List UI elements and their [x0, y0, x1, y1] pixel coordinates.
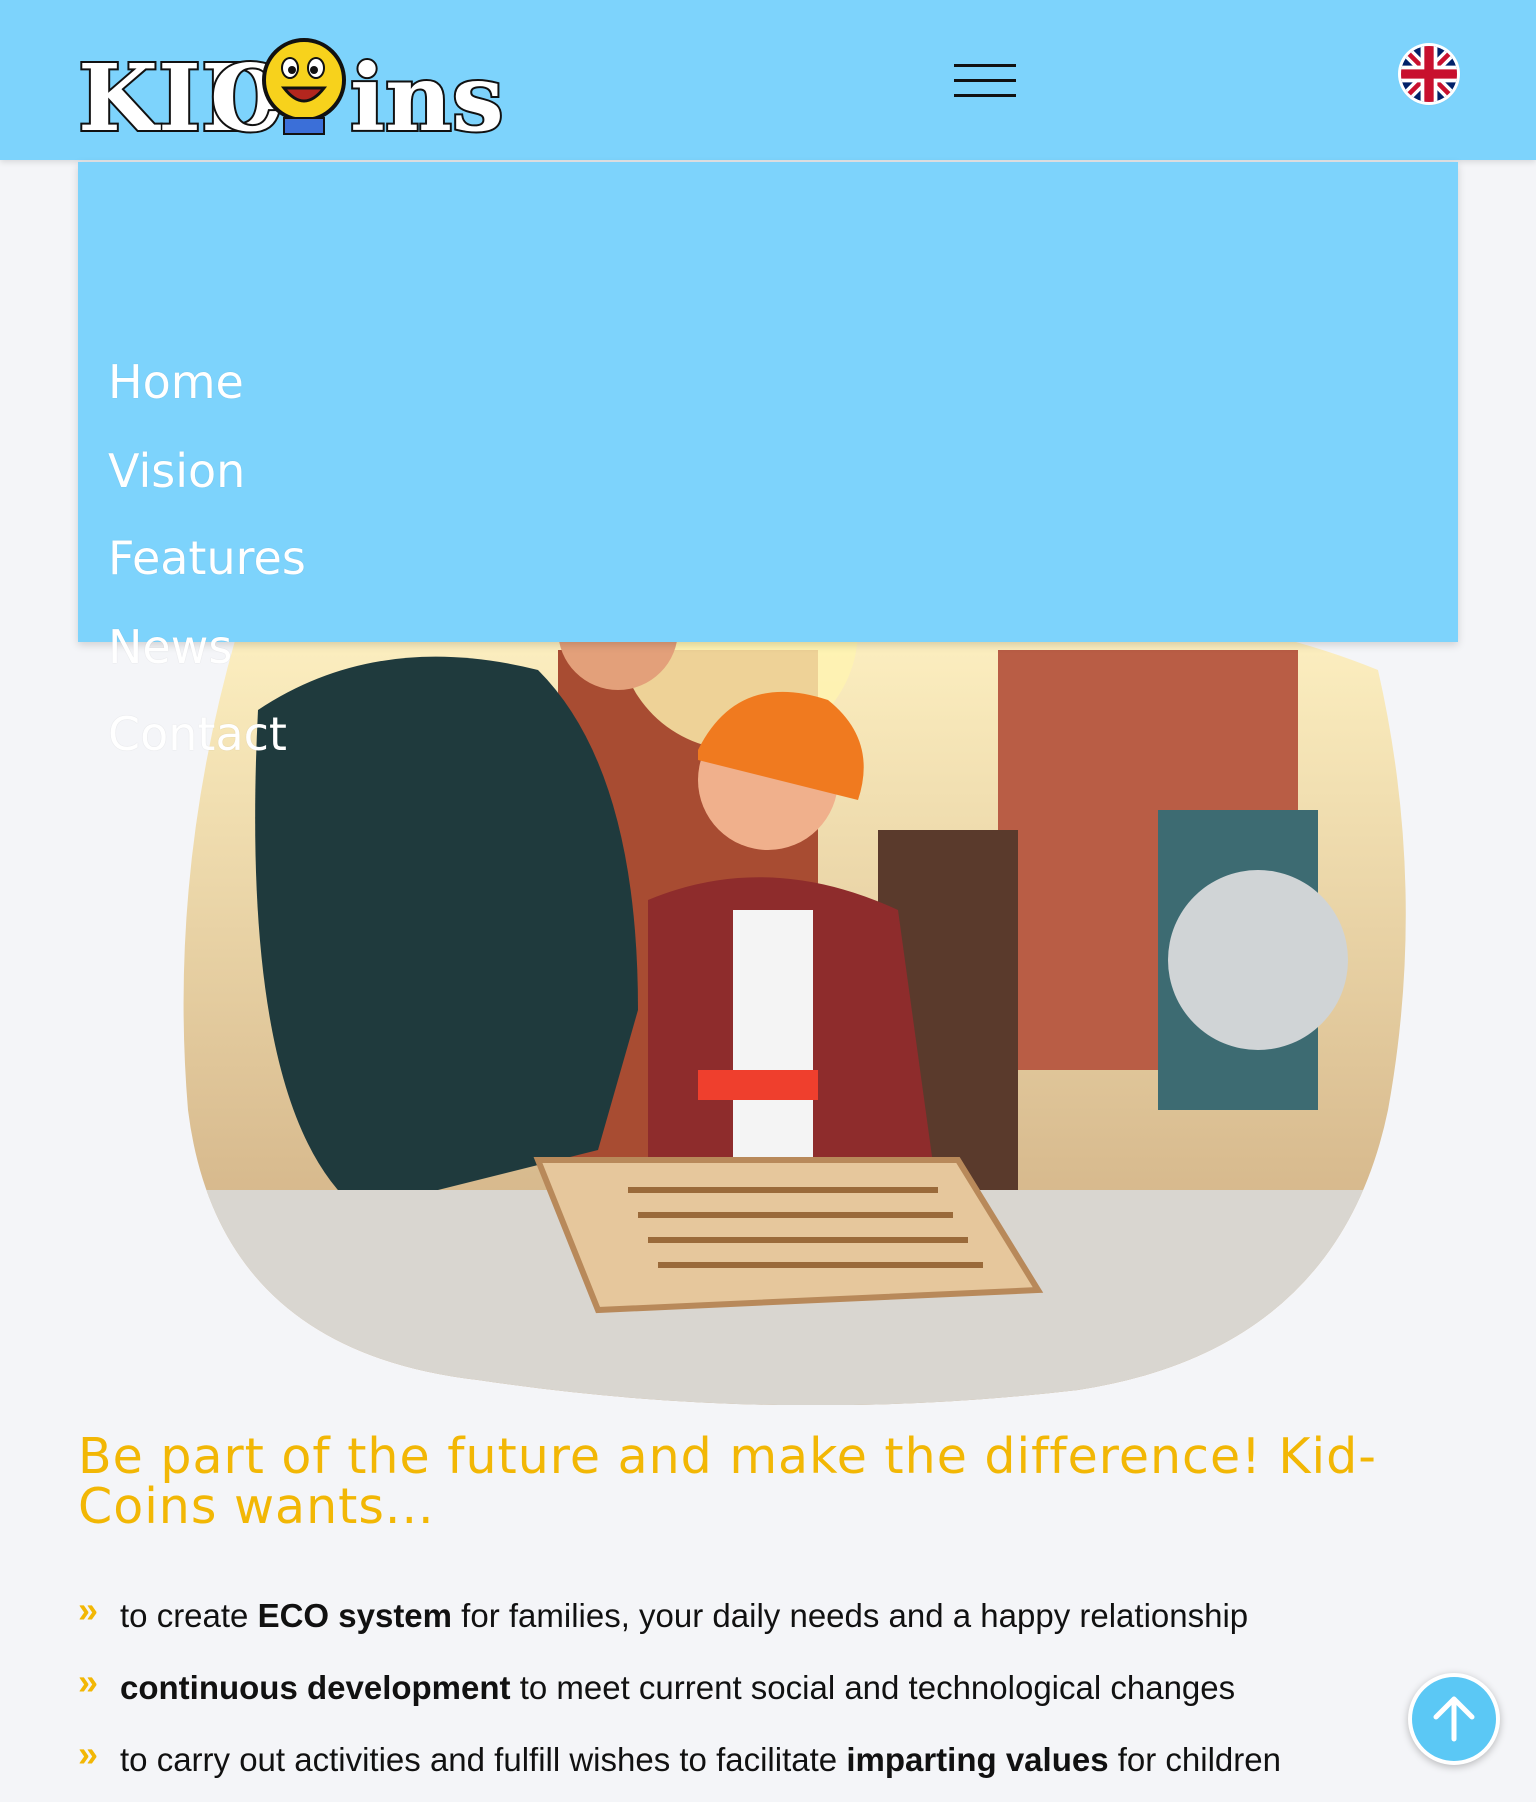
nav-item-contact[interactable]: Contact	[108, 699, 287, 769]
burger-line	[954, 94, 1016, 97]
nav-item-news[interactable]: News	[108, 612, 232, 682]
nav-item-vision[interactable]: Vision	[108, 436, 245, 506]
arrow-up-icon	[1433, 1696, 1475, 1742]
bullet-text: for children	[1108, 1741, 1281, 1778]
burger-line	[954, 64, 1016, 67]
hamburger-menu-icon[interactable]	[954, 62, 1016, 100]
bullet-bold-text: ECO system	[257, 1597, 453, 1634]
goals-list: » to create ECO system for families, you…	[78, 1580, 1478, 1796]
bullet-text: to create	[120, 1597, 258, 1634]
bullet-marker-icon: »	[78, 1661, 99, 1702]
page-headline: Be part of the future and make the diffe…	[78, 1428, 1377, 1535]
burger-line	[954, 79, 1016, 82]
scroll-to-top-button[interactable]	[1408, 1673, 1500, 1765]
language-switch-button[interactable]	[1401, 46, 1457, 102]
list-item: » continuous development to meet current…	[78, 1652, 1478, 1724]
bullet-text: to meet current social and technological…	[510, 1669, 1236, 1706]
list-item: » to carry out activities and fulfill wi…	[78, 1724, 1478, 1796]
uk-flag-icon	[1401, 46, 1457, 102]
nav-item-features[interactable]: Features	[108, 523, 306, 593]
bullet-text: to carry out activities and fulfill wish…	[120, 1741, 847, 1778]
logo-text-ins: ins	[350, 44, 504, 143]
bullet-bold-text: continuous development	[120, 1669, 511, 1706]
nav-item-home[interactable]: Home	[108, 347, 244, 417]
bullet-marker-icon: »	[78, 1589, 99, 1630]
bullet-text: for families, your daily needs and a hap…	[452, 1597, 1249, 1634]
kidcoins-logo[interactable]: KID C ins	[78, 18, 540, 143]
list-item: » to create ECO system for families, you…	[78, 1580, 1478, 1652]
hero-photo	[183, 594, 1406, 1405]
site-header: KID C ins	[0, 0, 1536, 160]
nav-dropdown-menu: Home Vision Features News Contact	[78, 162, 1458, 761]
bullet-marker-icon: »	[78, 1733, 99, 1774]
bullet-bold-text: imparting values	[846, 1741, 1109, 1778]
